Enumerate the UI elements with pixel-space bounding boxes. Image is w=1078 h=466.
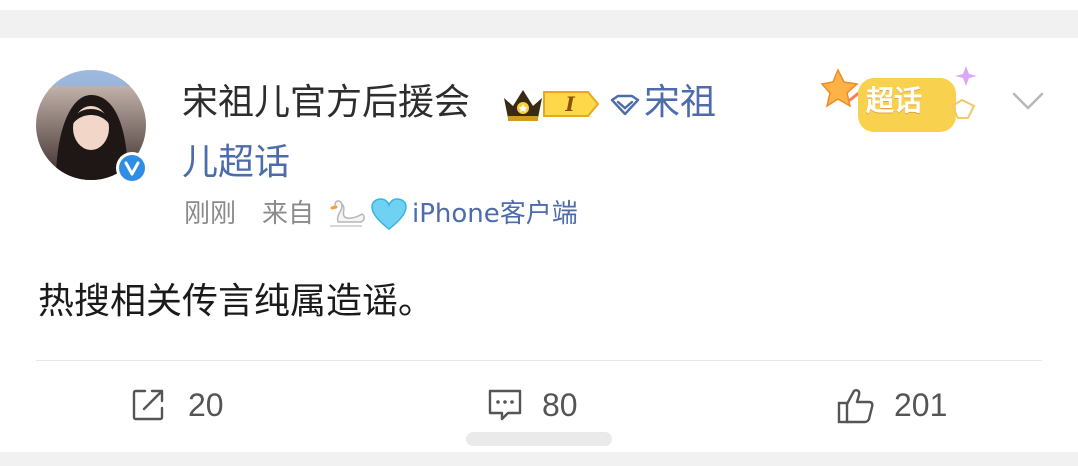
swan-icon [322, 198, 368, 232]
super-topic-icon [608, 94, 642, 116]
crown-icon [500, 84, 546, 124]
chevron-down-icon[interactable] [1010, 88, 1046, 112]
post-time: 刚刚 [184, 199, 237, 229]
scroll-handle[interactable] [466, 432, 612, 446]
author-name[interactable]: 宋祖儿官方后援会 [182, 80, 470, 126]
divider [36, 360, 1042, 361]
super-topic-badge-text: 超话 [866, 84, 923, 117]
source-label: 来自 [262, 199, 315, 229]
topic-link-line2[interactable]: 儿超话 [182, 140, 290, 186]
verified-icon [116, 152, 148, 184]
bottom-gap [0, 452, 1078, 466]
level-text: I [565, 92, 575, 116]
top-gap [0, 0, 1078, 38]
comment-icon [488, 389, 522, 421]
heart-icon [370, 198, 408, 232]
post-content: 热搜相关传言纯属造谣。 [38, 281, 435, 322]
repost-button[interactable]: 20 [130, 385, 240, 425]
comment-button[interactable]: 80 [486, 385, 596, 425]
like-button[interactable]: 201 [836, 385, 966, 425]
like-count: 201 [894, 387, 948, 423]
device-link[interactable]: iPhone客户端 [412, 196, 578, 232]
like-icon [837, 389, 874, 424]
repost-icon [132, 389, 164, 421]
repost-count: 20 [188, 387, 224, 423]
comment-count: 80 [542, 387, 578, 423]
topic-link-line1[interactable]: 宋祖 [644, 80, 716, 126]
